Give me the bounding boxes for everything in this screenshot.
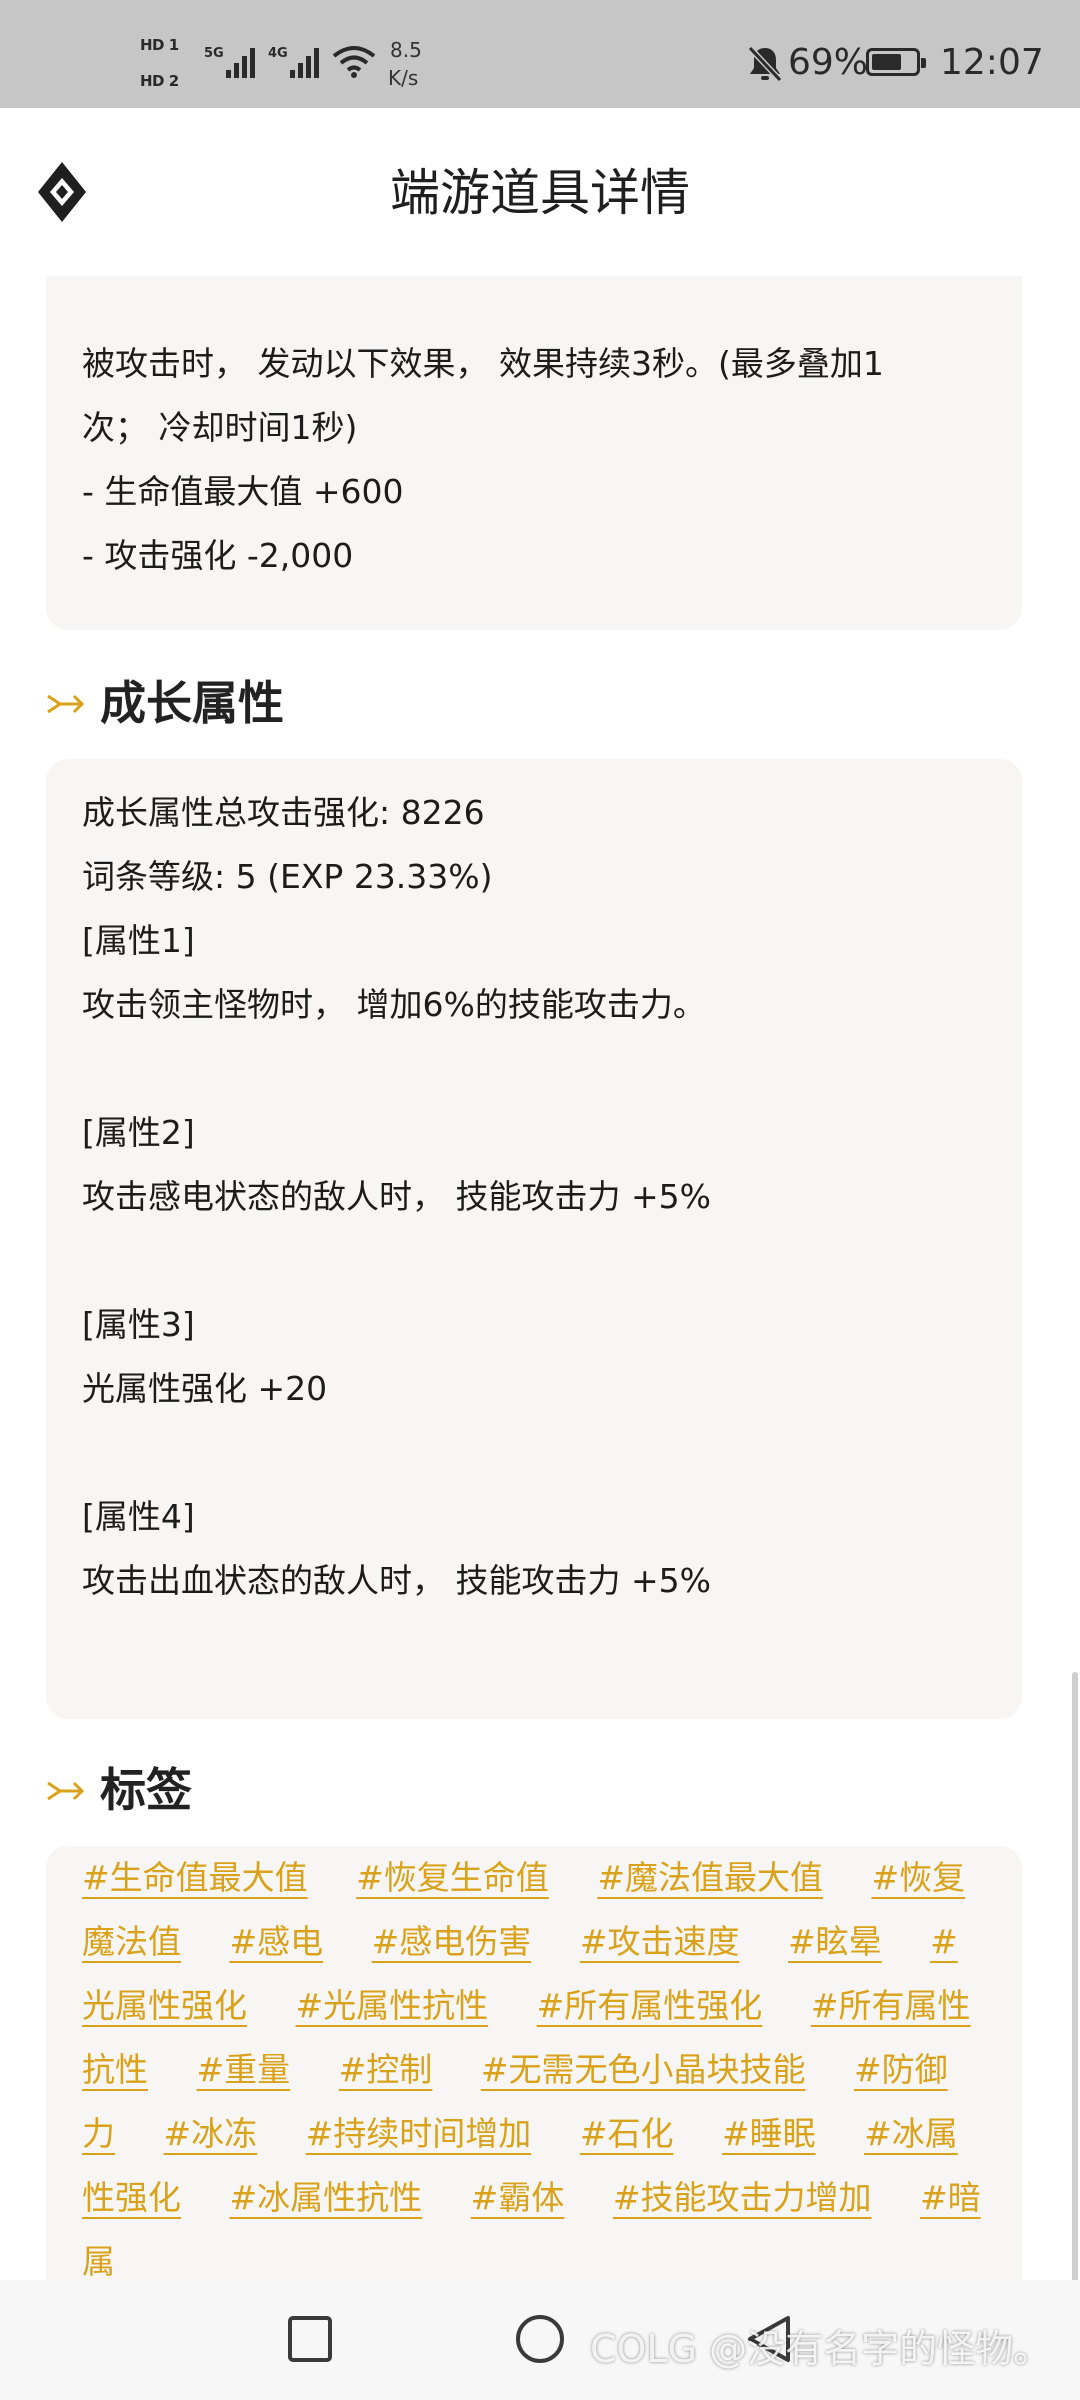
signal-strength-icon [226,48,255,78]
growth-line: 成长属性总攻击强化: 8226 [82,793,485,832]
net2-label: 4G [268,46,288,61]
growth-line: 攻击出血状态的敌人时， 技能攻击力 +5% [82,1561,711,1600]
growth-line: 攻击领主怪物时， 增加6%的技能攻击力。 [82,985,706,1024]
wifi-icon [332,46,376,78]
battery-percent: 69% [788,42,869,83]
growth-line: [属性4] [82,1497,195,1536]
tag-link[interactable]: #生命值最大值 [82,1858,308,1897]
growth-line: 攻击感电状态的敌人时， 技能攻击力 +5% [82,1177,711,1216]
growth-line: 词条等级: 5 (EXP 23.33%) [82,857,493,896]
tag-link[interactable]: #控制 [339,2050,433,2089]
circle-icon [516,2315,564,2363]
tag-link[interactable]: #光属性抗性 [296,1986,489,2025]
tag-link[interactable]: #感电 [230,1922,324,1961]
scrollbar[interactable] [1072,1672,1078,2280]
tag-link[interactable]: #睡眠 [722,2114,816,2153]
growth-line-blank [82,1229,986,1293]
item-detail-content[interactable]: 被攻击时， 发动以下效果， 效果持续3秒。(最多叠加1 次； 冷却时间1秒) -… [0,276,1080,2280]
tag-link[interactable]: #霸体 [471,2178,565,2217]
section-title-label: 成长属性 [100,676,284,730]
growth-line: [属性1] [82,921,195,960]
sim2-indicator: HD 2 [140,72,179,90]
network-speed-value: 8.5 [390,38,422,62]
effect-line: 次； 冷却时间1秒) [82,408,358,447]
tag-link[interactable]: #技能攻击力增加 [613,2178,872,2217]
sim1-indicator: HD 1 [140,36,179,54]
growth-line-blank [82,1037,986,1101]
app-header: 端游道具详情 [0,108,1080,276]
effect-line: - 生命值最大值 +600 [82,472,404,511]
growth-attributes-card: 成长属性总攻击强化: 8226 词条等级: 5 (EXP 23.33%) [属性… [46,759,1022,1719]
tags-list: #生命值最大值 #恢复生命值 #魔法值最大值 #恢复魔法值 #感电 #感电伤害 … [82,1846,986,2280]
tag-link[interactable]: #无需无色小晶块技能 [481,2050,806,2089]
network-speed-unit: K/s [388,66,419,90]
battery-icon [866,48,926,76]
tags-card: #生命值最大值 #恢复生命值 #魔法值最大值 #恢复魔法值 #感电 #感电伤害 … [46,1846,1022,2280]
section-title-label: 标签 [100,1763,192,1817]
arrow-marker-icon [47,694,85,714]
tag-link[interactable]: #所有属性强化 [537,1986,763,2025]
tag-link[interactable]: #持续时间增加 [306,2114,532,2153]
tag-link[interactable]: #感电伤害 [372,1922,532,1961]
arrow-marker-icon [47,1781,85,1801]
tag-link[interactable]: #攻击速度 [580,1922,740,1961]
growth-line: [属性3] [82,1305,195,1344]
tag-link[interactable]: #魔法值最大值 [597,1858,823,1897]
growth-line: 光属性强化 +20 [82,1369,328,1408]
square-icon [288,2316,332,2362]
status-bar: HD 1 HD 2 5G 4G 8.5 K/s 69% 12:07 [0,0,1080,108]
tag-link[interactable]: #眩晕 [788,1922,882,1961]
page-title: 端游道具详情 [390,164,690,222]
growth-line-blank [82,1421,986,1485]
clock: 12:07 [940,42,1044,83]
tag-link[interactable]: #恢复生命值 [356,1858,549,1897]
tag-link[interactable]: #冰属性抗性 [230,2178,423,2217]
bell-muted-icon [747,45,783,83]
tag-link[interactable]: #石化 [580,2114,674,2153]
net1-label: 5G [204,46,224,61]
tag-link[interactable]: #冰冻 [164,2114,258,2153]
signal-strength-icon [290,48,319,78]
effect-card: 被攻击时， 发动以下效果， 效果持续3秒。(最多叠加1 次； 冷却时间1秒) -… [46,276,1022,630]
growth-line: [属性2] [82,1113,195,1152]
effect-line: 被攻击时， 发动以下效果， 效果持续3秒。(最多叠加1 [82,344,884,383]
recents-button[interactable] [240,2280,380,2400]
effect-line: - 攻击强化 -2,000 [82,536,354,575]
tag-link[interactable]: #重量 [197,2050,291,2089]
home-button[interactable] [470,2280,610,2400]
watermark: COLG @没有名字的怪物。 [590,2327,1052,2371]
